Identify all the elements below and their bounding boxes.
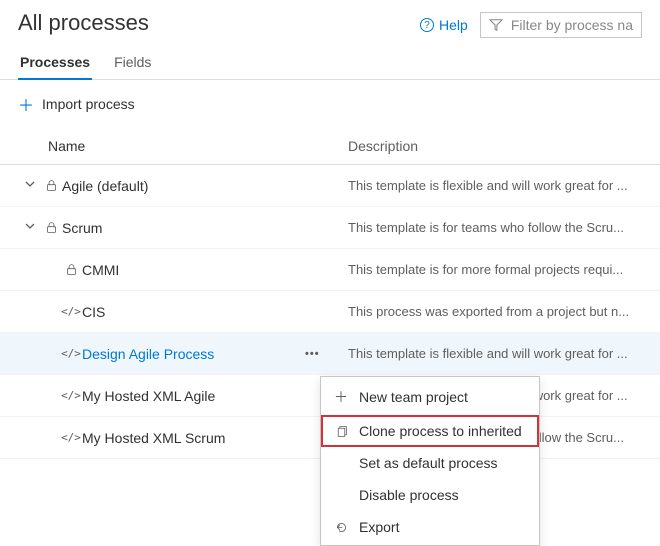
copy-icon [333, 425, 349, 438]
menu-item-disable-process[interactable]: Disable process [321, 479, 539, 511]
tab-fields[interactable]: Fields [112, 46, 153, 79]
menu-item-export[interactable]: Export [321, 511, 539, 543]
more-actions-button[interactable]: ••• [305, 348, 320, 360]
process-name: Scrum [62, 220, 102, 236]
process-name: My Hosted XML Scrum [82, 430, 225, 446]
lock-icon [60, 263, 82, 276]
table-row[interactable]: CMMI This template is for more formal pro… [0, 249, 660, 291]
process-name: My Hosted XML Agile [82, 388, 215, 404]
menu-item-set-as-default-process[interactable]: Set as default process [321, 447, 539, 479]
filter-icon [489, 18, 503, 32]
filter-input[interactable]: Filter by process na [480, 12, 642, 38]
menu-item-label: Disable process [359, 487, 459, 503]
help-link[interactable]: ? Help [420, 17, 468, 33]
table-row[interactable]: </>Design Agile Process ••• This template … [0, 333, 660, 375]
code-icon: </> [60, 389, 82, 402]
menu-item-new-team-project[interactable]: ＋ New team project [321, 379, 539, 415]
chevron-down-icon[interactable] [20, 221, 40, 234]
import-process-button[interactable]: ＋ Import process [18, 92, 135, 116]
column-header-name[interactable]: Name [48, 138, 348, 154]
process-description: This process was exported from a project… [348, 304, 660, 319]
tabs: Processes Fields [0, 46, 660, 80]
menu-item-clone-process-to-inherited[interactable]: Clone process to inherited [321, 415, 539, 447]
help-label: Help [439, 17, 468, 33]
code-icon: </> [60, 431, 82, 444]
process-description: This template is flexible and will work … [348, 346, 660, 361]
chevron-down-icon[interactable] [20, 179, 40, 192]
tab-processes[interactable]: Processes [18, 46, 92, 80]
filter-placeholder: Filter by process na [511, 17, 633, 33]
plus-icon: ＋ [18, 92, 34, 116]
lock-icon [40, 179, 62, 192]
help-icon: ? [420, 18, 434, 32]
lock-icon [40, 221, 62, 234]
process-name: CIS [82, 304, 105, 320]
menu-item-label: Clone process to inherited [359, 423, 522, 439]
table-row[interactable]: Agile (default) This template is flexible… [0, 165, 660, 207]
menu-item-label: Set as default process [359, 455, 498, 471]
table-row[interactable]: </>CIS This process was exported from a p… [0, 291, 660, 333]
column-header-description[interactable]: Description [348, 138, 660, 154]
code-icon: </> [60, 347, 82, 360]
code-icon: </> [60, 305, 82, 318]
menu-item-label: Export [359, 519, 399, 535]
export-icon [333, 521, 349, 534]
process-name: CMMI [82, 262, 119, 278]
context-menu: ＋ New team project Clone process to inheri… [320, 376, 540, 546]
process-name: Agile (default) [62, 178, 148, 194]
import-label: Import process [42, 96, 135, 112]
process-name[interactable]: Design Agile Process [82, 346, 214, 362]
process-description: This template is flexible and will work … [348, 178, 660, 193]
plus-icon: ＋ [333, 387, 349, 407]
menu-item-label: New team project [359, 389, 468, 405]
table-row[interactable]: Scrum This template is for teams who foll… [0, 207, 660, 249]
process-description: This template is for teams who follow th… [348, 220, 660, 235]
page-title: All processes [18, 10, 149, 42]
process-description: This template is for more formal project… [348, 262, 660, 277]
